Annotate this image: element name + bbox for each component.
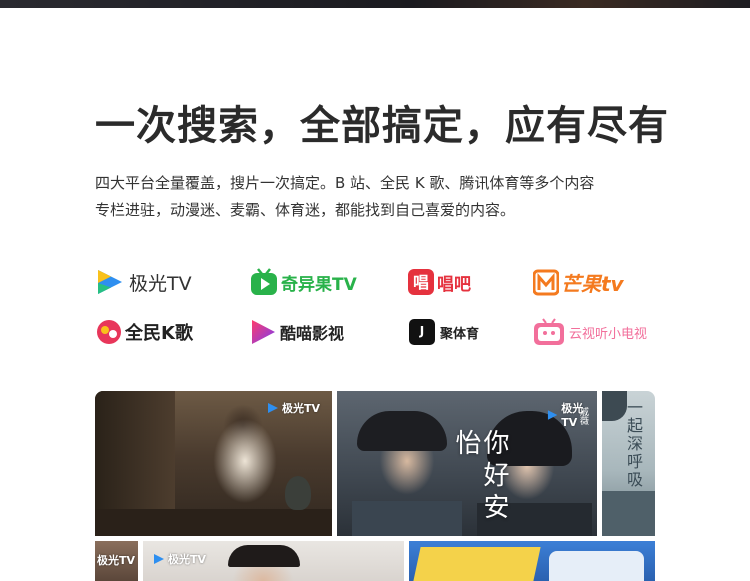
poster-ni-hao-an-yi[interactable]: 你好安怡 戚薇 极光TV (337, 391, 597, 536)
app-name: 聚体育 (440, 326, 480, 342)
description-line-2: 专栏进驻，动漫迷、麦霸、体育迷，都能找到自己喜爱的内容。 (95, 201, 516, 219)
ju-sports-icon: J (409, 319, 435, 345)
app-logo-kumiao[interactable]: 酷喵影视 (250, 316, 344, 348)
app-name: 奇异果TV (281, 274, 357, 295)
app-logo-kiwi-tv[interactable]: 奇异果TV (250, 266, 357, 298)
kumiao-icon (250, 318, 276, 346)
poster-title: 你好安怡 (451, 429, 509, 525)
jiguang-tv-icon (154, 554, 164, 564)
app-logo-bilibili-tv[interactable]: 云视听小电视 (533, 316, 647, 348)
description-line-1: 四大平台全量覆盖，搜片一次搞定。B 站、全民 K 歌、腾讯体育等多个内容 (95, 174, 595, 192)
poster-watermark: 极光TV (547, 400, 597, 429)
bilibili-tv-icon (533, 318, 565, 346)
app-logo-mango-tv[interactable]: 芒果tv (533, 266, 624, 298)
app-name: 芒果tv (561, 271, 624, 296)
jiguang-tv-icon (547, 409, 558, 420)
app-name: 唱吧 (437, 274, 471, 295)
poster-row2-2[interactable]: 极光TV (143, 541, 404, 581)
jiguang-tv-icon (95, 267, 125, 297)
section-headline: 一次搜索，全部搞定，应有尽有 (95, 103, 669, 149)
poster-watermark: 极光TV (97, 554, 136, 567)
poster-watermark: 极光TV (153, 551, 206, 567)
app-logo-ju-sports[interactable]: J 聚体育 (409, 316, 479, 348)
app-name: 酷喵影视 (280, 324, 345, 343)
app-logo-changba[interactable]: 唱 唱吧 (408, 266, 471, 298)
poster-row2-3[interactable] (409, 541, 655, 581)
app-name: 全民K歌 (125, 323, 193, 344)
poster-watermark: 极光TV (267, 400, 320, 416)
section-description: 四大平台全量覆盖，搜片一次搞定。B 站、全民 K 歌、腾讯体育等多个内容 专栏进… (95, 170, 675, 224)
quanmin-kge-icon (96, 319, 122, 345)
app-name: 云视听小电视 (569, 326, 648, 342)
mango-tv-icon (533, 268, 559, 296)
app-name: 极光TV (129, 272, 192, 295)
kiwi-tv-icon (250, 267, 278, 297)
app-logo-jiguang-tv[interactable]: 极光TV (95, 266, 192, 298)
top-banner-strip (0, 0, 750, 8)
poster-costume-drama[interactable]: 极光TV (95, 391, 332, 536)
poster-yi-qi-shen-hu-xi[interactable]: 一起深呼吸 (602, 391, 655, 536)
poster-row2-1[interactable]: 极光TV (95, 541, 138, 581)
svg-text:唱: 唱 (413, 273, 429, 292)
poster-title: 一起深呼吸 (624, 399, 643, 489)
app-logo-quanmin-kge[interactable]: 全民K歌 (96, 316, 193, 348)
svg-text:J: J (419, 324, 424, 338)
changba-icon: 唱 (408, 269, 434, 295)
jiguang-tv-icon (268, 403, 278, 413)
